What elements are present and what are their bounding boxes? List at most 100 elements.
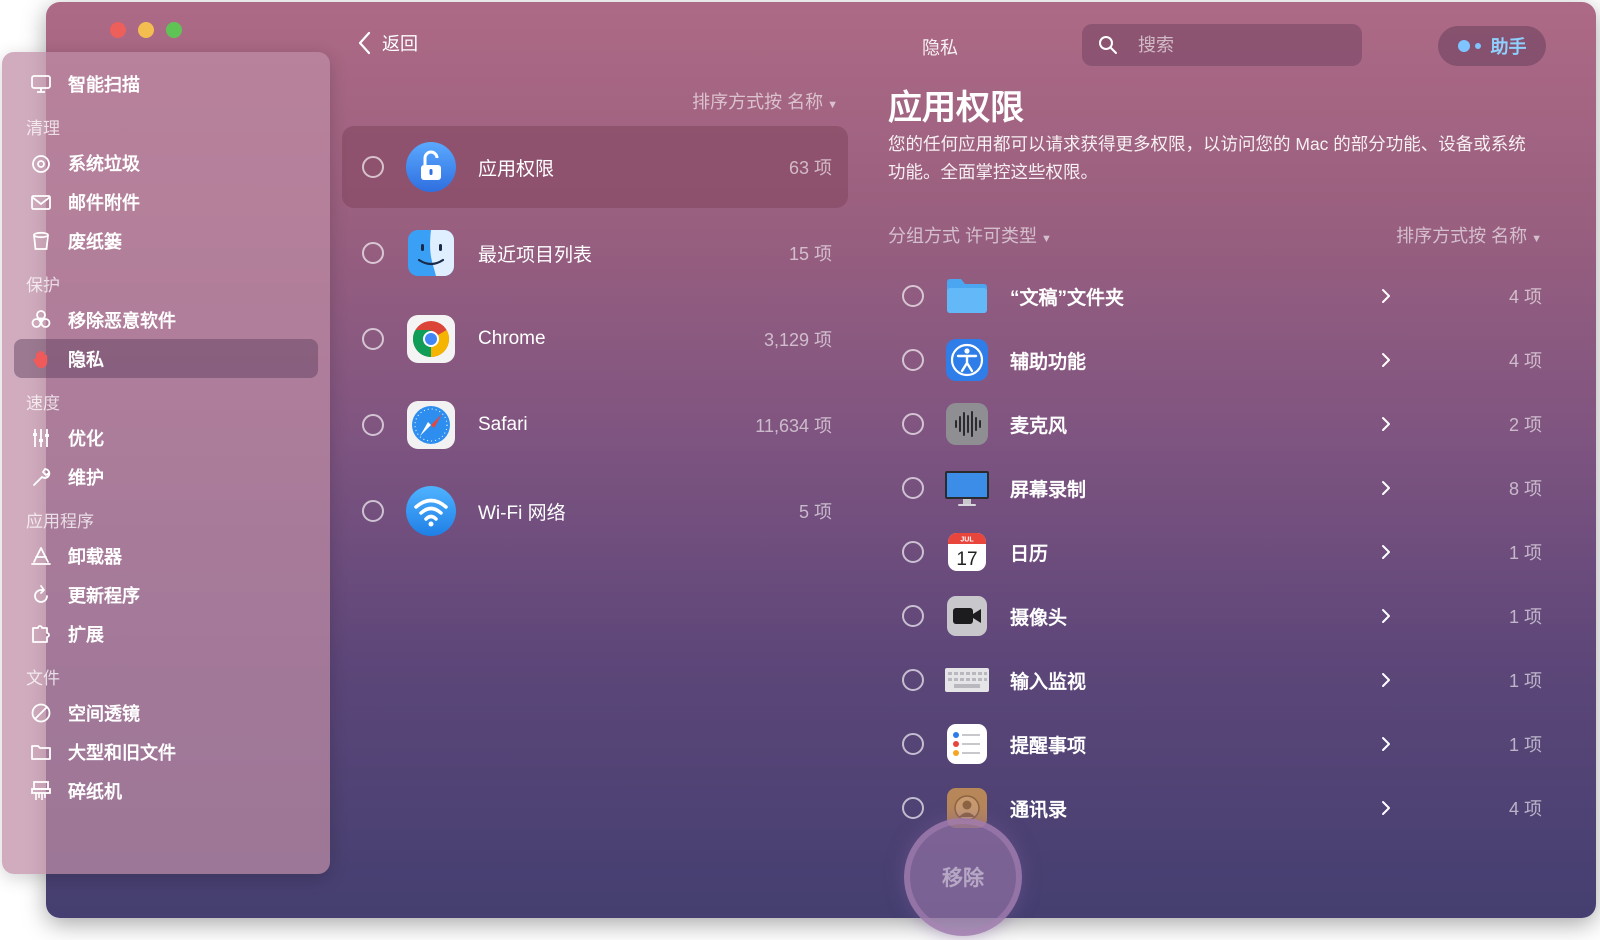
caret-down-icon: ▼ [1041,233,1052,245]
sidebar-item-maintenance[interactable]: 维护 [14,457,318,496]
permission-list: “文稿”文件夹 4 项 辅助功能 4 项 麦克风 2 项 屏幕录制 8 项 JU… [888,264,1548,840]
sidebar-item-system-junk[interactable]: 系统垃圾 [14,143,318,182]
sidebar-item-label: 隐私 [68,349,104,370]
search-field[interactable] [1082,24,1362,66]
reminders-icon [944,721,990,767]
shredder-icon [28,778,54,804]
sidebar-section-speed: 速度 [26,394,60,413]
permission-count: 4 项 [1508,799,1542,819]
sidebar-item-space-lens[interactable]: 空间透镜 [14,693,318,732]
sidebar-section-cleanup: 清理 [26,119,60,138]
select-radio[interactable] [902,285,924,307]
select-radio[interactable] [902,477,924,499]
back-button[interactable]: 返回 [356,30,418,56]
caret-down-icon: ▼ [827,99,838,111]
safari-icon [407,401,455,449]
sidebar-section-protection: 保护 [26,276,60,295]
microphone-icon [944,401,990,447]
sidebar-item-smart-scan[interactable]: 智能扫描 [14,64,318,103]
sidebar-item-label: 移除恶意软件 [68,310,176,331]
sidebar-item-updater[interactable]: 更新程序 [14,575,318,614]
privacy-app-list: 应用权限 63 项 最近项目列表 15 项 Chrome 3,129 项 Saf… [342,126,848,556]
list-item[interactable]: 应用权限 63 项 [342,126,848,208]
select-radio[interactable] [902,797,924,819]
group-by-dropdown[interactable]: 分组方式 许可类型 ▼ [888,222,1052,248]
permission-row-calendar[interactable]: JUL 17 日历 1 项 [888,520,1548,584]
assistant-small-dot-icon [1474,43,1481,49]
permission-row-camera[interactable]: 摄像头 1 项 [888,584,1548,648]
search-input[interactable] [1138,34,1338,56]
app-name: Wi-Fi 网络 [478,502,566,524]
select-radio[interactable] [362,500,384,522]
chevron-right-icon [1382,609,1390,623]
sidebar-item-trash[interactable]: 废纸篓 [14,221,318,260]
permission-row-screen-recording[interactable]: 屏幕录制 8 项 [888,456,1548,520]
assistant-label: 助手 [1490,37,1527,57]
list-item[interactable]: 最近项目列表 15 项 [342,212,848,294]
select-radio[interactable] [362,242,384,264]
sidebar-item-label: 空间透镜 [68,703,140,724]
permission-name: “文稿”文件夹 [1010,287,1125,309]
remove-button[interactable]: 移除 [904,818,1022,936]
permission-name: 辅助功能 [1010,351,1087,373]
biohazard-icon [28,307,54,333]
sidebar-item-extensions[interactable]: 扩展 [14,614,318,653]
select-radio[interactable] [362,414,384,436]
middle-sort-label: 排序方式按 名称 [692,92,824,112]
lock-open-icon [406,142,456,192]
permission-row-accessibility[interactable]: 辅助功能 4 项 [888,328,1548,392]
list-item[interactable]: Wi-Fi 网络 5 项 [342,470,848,552]
sidebar-item-mail-attachments[interactable]: 邮件附件 [14,182,318,221]
sidebar-item-malware-removal[interactable]: 移除恶意软件 [14,300,318,339]
sidebar-item-label: 维护 [68,467,104,488]
permission-count: 1 项 [1508,607,1542,627]
updater-icon [28,582,54,608]
extensions-icon [28,621,54,647]
sidebar-item-label: 大型和旧文件 [68,742,176,763]
permission-row-reminders[interactable]: 提醒事项 1 项 [888,712,1548,776]
wrench-icon [28,464,54,490]
assistant-button[interactable]: 助手 [1438,26,1546,66]
sidebar-item-privacy[interactable]: 隐私 [14,339,318,378]
select-radio[interactable] [902,413,924,435]
finder-icon [408,230,454,276]
permission-row-input-monitoring[interactable]: 输入监视 1 项 [888,648,1548,712]
select-radio[interactable] [902,605,924,627]
chevron-right-icon [1382,673,1390,687]
select-radio[interactable] [902,349,924,371]
app-name: Safari [478,414,528,435]
back-label: 返回 [382,34,418,54]
close-window-button[interactable] [110,22,126,38]
list-item[interactable]: Safari 11,634 项 [342,384,848,466]
sidebar-item-shredder[interactable]: 碎纸机 [14,771,318,810]
select-radio[interactable] [902,733,924,755]
sidebar-section-applications: 应用程序 [26,512,94,531]
sidebar-item-optimization[interactable]: 优化 [14,418,318,457]
sidebar-item-large-old-files[interactable]: 大型和旧文件 [14,732,318,771]
sidebar-item-label: 碎纸机 [68,781,122,802]
app-name: Chrome [478,328,546,349]
select-radio[interactable] [362,328,384,350]
middle-sort-dropdown[interactable]: 排序方式按 名称 ▼ [650,88,838,114]
app-count: 3,129 项 [763,330,832,350]
sidebar-section-files: 文件 [26,669,60,688]
chevron-right-icon [1382,545,1390,559]
detail-sort-dropdown[interactable]: 排序方式按 名称 ▼ [1352,222,1542,248]
space-lens-icon [28,700,54,726]
zoom-window-button[interactable] [166,22,182,38]
select-radio[interactable] [902,541,924,563]
permission-count: 1 项 [1508,671,1542,691]
minimize-window-button[interactable] [138,22,154,38]
list-item[interactable]: Chrome 3,129 项 [342,298,848,380]
detail-description: 您的任何应用都可以请求获得更多权限，以访问您的 Mac 的部分功能、设备或系统功… [888,134,1526,182]
app-name: 最近项目列表 [478,244,593,266]
select-radio[interactable] [902,669,924,691]
detail-sort-label: 排序方式按 名称 [1396,226,1528,246]
chevron-right-icon [1382,801,1390,815]
permission-row-documents[interactable]: “文稿”文件夹 4 项 [888,264,1548,328]
sidebar-item-uninstaller[interactable]: 卸载器 [14,536,318,575]
permission-name: 输入监视 [1010,671,1087,693]
sidebar-item-label: 卸载器 [68,546,122,567]
select-radio[interactable] [362,156,384,178]
permission-row-microphone[interactable]: 麦克风 2 项 [888,392,1548,456]
